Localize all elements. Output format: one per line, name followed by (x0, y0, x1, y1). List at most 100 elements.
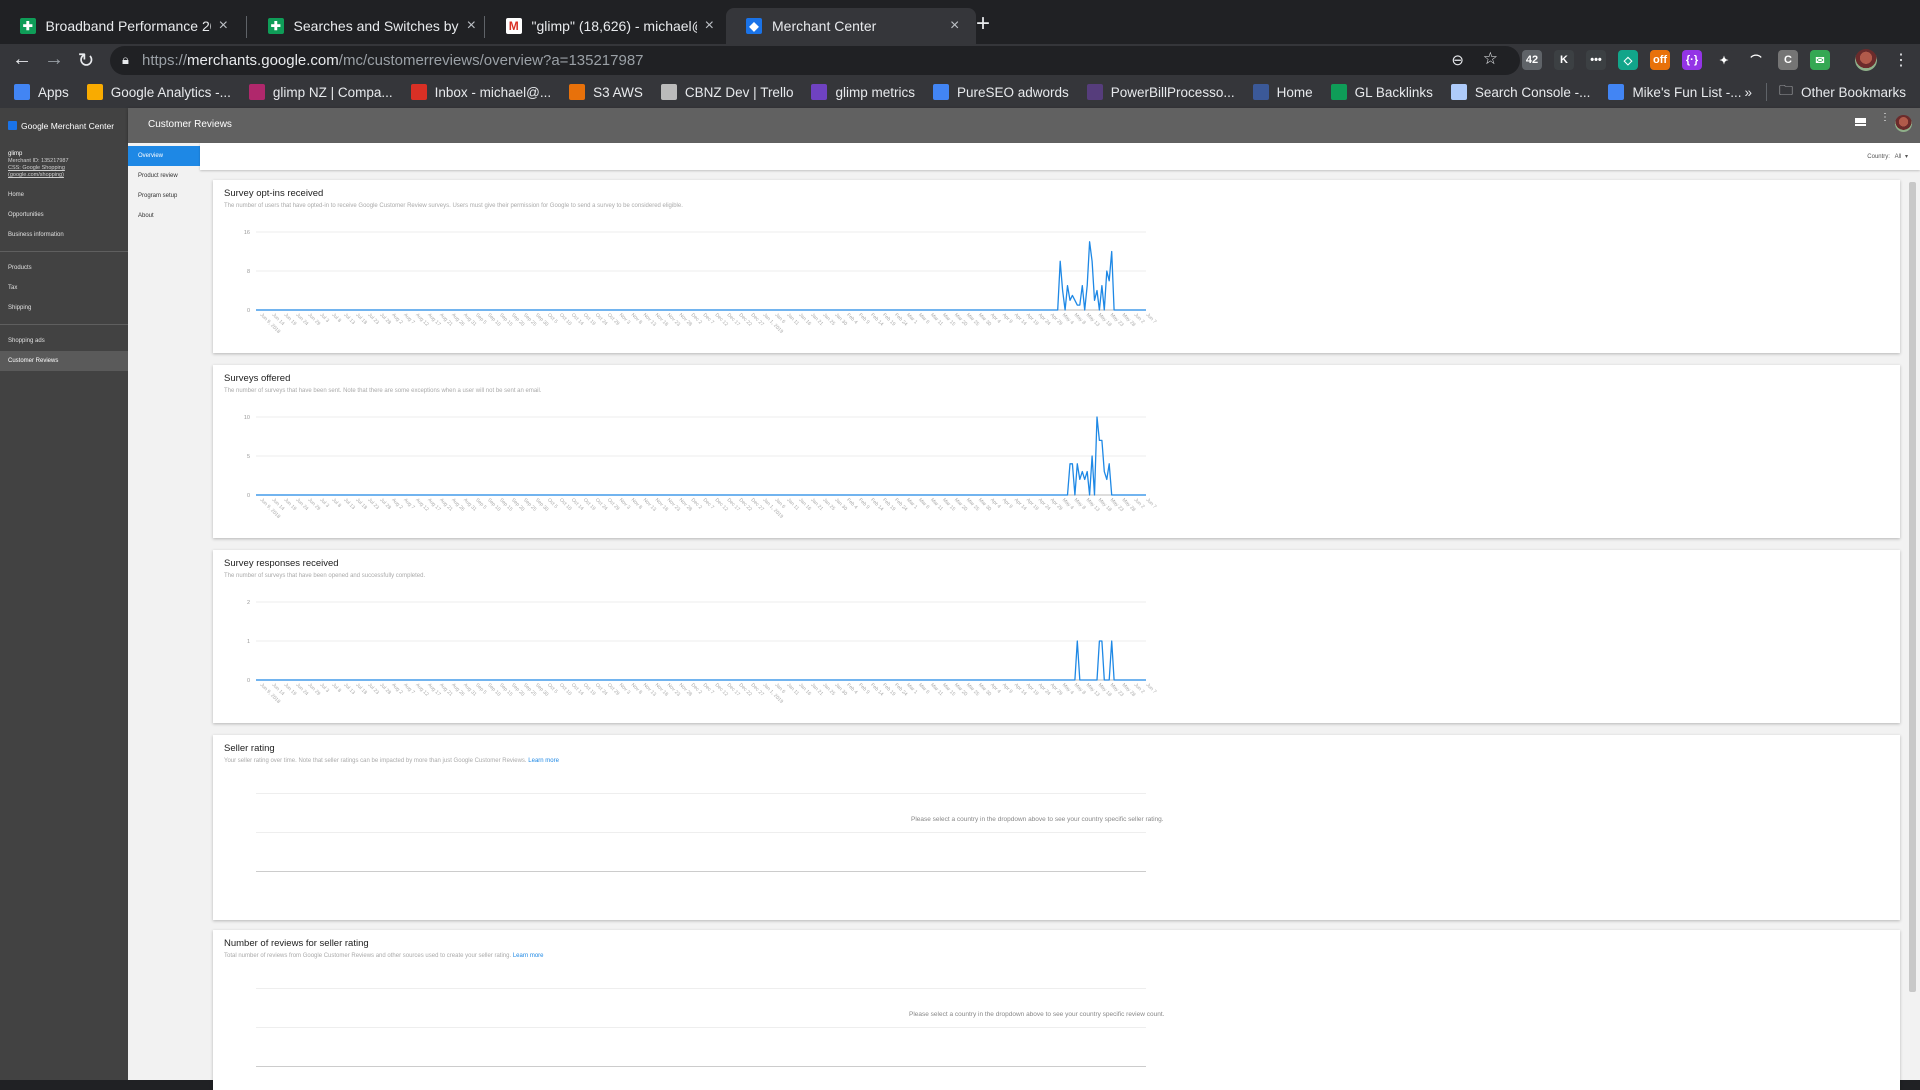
more-bookmarks-button[interactable]: » (1744, 85, 1752, 100)
bookmarks-bar: Apps Google Analytics -... glimp NZ | Comp… (0, 76, 1920, 108)
close-tab-icon[interactable]: × (705, 17, 714, 35)
trello-icon (661, 84, 677, 100)
x-tick-label: Jul 8 (330, 682, 342, 694)
x-tick-label: Oct 14 (570, 497, 585, 512)
tab-counter-extension-icon[interactable]: 42 (1522, 50, 1542, 70)
bookmark-item[interactable]: PowerBillProcesso... (1087, 84, 1235, 100)
ghost-extension-icon[interactable]: ✦ (1714, 50, 1734, 70)
dots-extension-icon[interactable]: ••• (1586, 50, 1606, 70)
bookmark-item[interactable]: GL Backlinks (1331, 84, 1433, 100)
browser-tab[interactable]: ✚Broadband Performance 2019-× (0, 8, 240, 44)
close-tab-icon[interactable]: × (950, 17, 959, 35)
empty-gridline (256, 1027, 1146, 1028)
card-review-count: Number of reviews for seller rating Tota… (213, 930, 1900, 1090)
chrome-menu-icon[interactable]: ⋮ (1893, 50, 1909, 70)
address-bar[interactable]: 🔒︎ https://merchants.google.com/mc/custo… (110, 46, 1520, 75)
mail-extension-icon[interactable]: ✉ (1810, 50, 1830, 70)
brand-logo[interactable]: Google Merchant Center (0, 108, 128, 143)
bookmark-star-icon[interactable]: ☆ (1483, 49, 1498, 69)
back-button[interactable]: ← (10, 48, 34, 71)
bookmark-item[interactable]: Apps (14, 84, 69, 100)
k-extension-icon[interactable]: K (1554, 50, 1574, 70)
tag-extension-icon[interactable]: ◇ (1618, 50, 1638, 70)
bootstrap-icon (1087, 84, 1103, 100)
browser-tab[interactable]: ◆Merchant Center× (726, 8, 976, 44)
x-tick-label: Jul 13 (342, 682, 356, 696)
regex-extension-icon[interactable]: {·} (1682, 50, 1702, 70)
x-tick-label: May 8 (1073, 312, 1087, 326)
x-tick-label: Jul 23 (366, 497, 380, 511)
learn-more-link[interactable]: Learn more (513, 953, 544, 959)
x-tick-label: Jul 18 (354, 497, 368, 511)
browser-tab[interactable]: M"glimp" (18,626) - michael@glimp× (486, 8, 726, 44)
x-tick-label: May 4 (1061, 497, 1075, 511)
subnav-item-overview[interactable]: Overview (128, 146, 200, 166)
country-label: Country: (1867, 154, 1890, 160)
x-tick-label: Apr 14 (1013, 497, 1028, 512)
empty-gridline (256, 793, 1146, 794)
sidebar-item-shopping-ads[interactable]: Shopping ads (0, 331, 128, 351)
close-tab-icon[interactable]: × (219, 17, 228, 35)
sidebar-item-home[interactable]: Home (0, 185, 128, 205)
forward-button[interactable]: → (42, 48, 66, 71)
x-tick-label: Jul 18 (354, 312, 368, 326)
sidebar-item-opportunities[interactable]: Opportunities (0, 205, 128, 225)
user-avatar[interactable] (1895, 115, 1912, 132)
account-name: glimp (8, 151, 120, 158)
url-text[interactable]: https://merchants.google.com/mc/customer… (142, 52, 644, 69)
new-tab-button[interactable]: + (976, 10, 990, 38)
bookmark-item[interactable]: S3 AWS (569, 84, 643, 100)
x-tick-label: Dec 7 (702, 312, 716, 326)
merchant-center-app: Google Merchant Center glimp Merchant ID… (0, 108, 1920, 1080)
sidebar-item-customer-reviews[interactable]: Customer Reviews (0, 351, 128, 371)
notifications-mail-icon[interactable] (1855, 118, 1866, 126)
sidebar-item-tax[interactable]: Tax (0, 278, 128, 298)
content-scrollbar[interactable] (1909, 182, 1916, 992)
bookmark-item[interactable]: Inbox - michael@... (411, 84, 552, 100)
gmail-icon: M (506, 18, 522, 34)
bookmark-item[interactable]: Home (1253, 84, 1313, 100)
x-tick-label: Oct 10 (558, 682, 573, 697)
sidebar-divider (0, 324, 128, 325)
more-options-icon[interactable]: ⋮ (1880, 116, 1884, 120)
close-tab-icon[interactable]: × (467, 17, 476, 35)
x-tick-label: Nov 3 (618, 497, 632, 511)
css-domain[interactable]: (google.com/shopping) (8, 172, 120, 179)
sidebar-item-products[interactable]: Products (0, 258, 128, 278)
bookmark-item[interactable]: glimp NZ | Compa... (249, 84, 393, 100)
sidebar-item-shipping[interactable]: Shipping (0, 298, 128, 318)
bookmark-item[interactable]: glimp metrics (811, 84, 915, 100)
bookmark-item[interactable]: CBNZ Dev | Trello (661, 84, 794, 100)
x-tick-label: Aug 2 (390, 312, 404, 326)
other-bookmarks-folder[interactable]: Other Bookmarks (1801, 85, 1906, 100)
x-tick-label: Mar 6 (917, 312, 930, 325)
bookmark-label: Home (1277, 85, 1313, 100)
c-extension-icon[interactable]: C (1778, 50, 1798, 70)
zoom-out-icon[interactable]: ⊖ (1451, 51, 1464, 69)
bookmark-label: Mike's Fun List -... (1632, 85, 1741, 100)
reload-button[interactable]: ↻ (74, 48, 98, 73)
bookmark-label: glimp metrics (835, 85, 915, 100)
bookmarks-divider (1766, 83, 1767, 101)
x-tick-label: Oct 29 (606, 497, 621, 512)
bookmark-item[interactable]: Google Analytics -... (87, 84, 231, 100)
sidebar-divider (0, 251, 128, 252)
x-tick-label: Aug 7 (402, 682, 416, 696)
country-value: All (1895, 154, 1902, 160)
learn-more-link[interactable]: Learn more (528, 758, 559, 764)
subnav-item-program-setup[interactable]: Program setup (128, 186, 200, 206)
profile-avatar[interactable] (1855, 49, 1877, 71)
description-text: Your seller rating over time. Note that … (224, 758, 527, 764)
country-dropdown[interactable]: Country: All ▾ (1867, 153, 1908, 160)
subnav-item-product-review[interactable]: Product review (128, 166, 200, 186)
sidebar-item-business-information[interactable]: Business information (0, 225, 128, 245)
css-name[interactable]: CSS: Google Shopping (8, 165, 120, 172)
bookmark-item[interactable]: Mike's Fun List -... (1608, 84, 1741, 100)
bookmark-item[interactable]: PureSEO adwords (933, 84, 1069, 100)
rainbow-extension-icon[interactable]: ⌒ (1746, 50, 1766, 70)
off-extension-icon[interactable]: off (1650, 50, 1670, 70)
google-sheets-icon: ✚ (268, 18, 284, 34)
bookmark-item[interactable]: Search Console -... (1451, 84, 1591, 100)
browser-tab[interactable]: ✚Searches and Switches by hour× (248, 8, 488, 44)
subnav-item-about[interactable]: About (128, 206, 200, 226)
